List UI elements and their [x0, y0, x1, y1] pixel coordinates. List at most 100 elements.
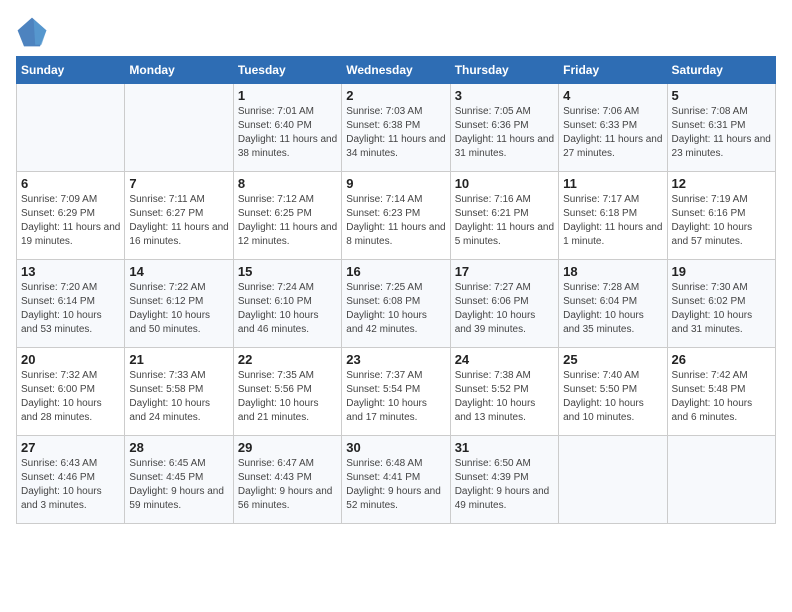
day-info: Sunrise: 7:09 AMSunset: 6:29 PMDaylight:… — [21, 193, 120, 249]
calendar-cell: 20 Sunrise: 7:32 AMSunset: 6:00 PMDayligh… — [17, 348, 125, 436]
day-number: 23 — [346, 352, 445, 367]
calendar-week-5: 27 Sunrise: 6:43 AMSunset: 4:46 PMDayligh… — [17, 436, 776, 524]
page-header — [16, 16, 776, 48]
calendar-cell: 22Sunrise: 7:35 AMSunset: 5:56 PMDayligh… — [233, 348, 341, 436]
calendar-cell: 21Sunrise: 7:33 AMSunset: 5:58 PMDayligh… — [125, 348, 233, 436]
day-number: 3 — [455, 88, 554, 103]
calendar-cell: 11 Sunrise: 7:17 AMSunset: 6:18 PMDayligh… — [559, 172, 667, 260]
calendar-cell: 16 Sunrise: 7:25 AMSunset: 6:08 PMDayligh… — [342, 260, 450, 348]
day-info: Sunrise: 6:47 AMSunset: 4:43 PMDaylight:… — [238, 457, 337, 513]
day-number: 25 — [563, 352, 662, 367]
day-info: Sunrise: 7:17 AMSunset: 6:18 PMDaylight:… — [563, 193, 662, 249]
day-info: Sunrise: 7:03 AMSunset: 6:38 PMDaylight:… — [346, 105, 445, 161]
calendar-cell: 3 Sunrise: 7:05 AMSunset: 6:36 PMDaylight… — [450, 84, 558, 172]
calendar-cell — [17, 84, 125, 172]
day-number: 31 — [455, 440, 554, 455]
day-number: 6 — [21, 176, 120, 191]
calendar-cell: 30 Sunrise: 6:48 AMSunset: 4:41 PMDayligh… — [342, 436, 450, 524]
calendar-cell: 9 Sunrise: 7:14 AMSunset: 6:23 PMDaylight… — [342, 172, 450, 260]
calendar-week-1: 1 Sunrise: 7:01 AMSunset: 6:40 PMDaylight… — [17, 84, 776, 172]
calendar-week-3: 13 Sunrise: 7:20 AMSunset: 6:14 PMDayligh… — [17, 260, 776, 348]
calendar-cell: 26Sunrise: 7:42 AMSunset: 5:48 PMDayligh… — [667, 348, 775, 436]
calendar-cell: 23Sunrise: 7:37 AMSunset: 5:54 PMDayligh… — [342, 348, 450, 436]
logo-icon — [16, 16, 48, 48]
day-info: Sunrise: 7:33 AMSunset: 5:58 PMDaylight:… — [129, 369, 228, 425]
day-info: Sunrise: 7:32 AMSunset: 6:00 PMDaylight:… — [21, 369, 120, 425]
day-info: Sunrise: 6:45 AMSunset: 4:45 PMDaylight:… — [129, 457, 228, 513]
calendar-week-2: 6 Sunrise: 7:09 AMSunset: 6:29 PMDaylight… — [17, 172, 776, 260]
day-number: 13 — [21, 264, 120, 279]
calendar-header-row: SundayMondayTuesdayWednesdayThursdayFrid… — [17, 57, 776, 84]
calendar-cell: 25 Sunrise: 7:40 AMSunset: 5:50 PMDayligh… — [559, 348, 667, 436]
calendar-table: SundayMondayTuesdayWednesdayThursdayFrid… — [16, 56, 776, 524]
calendar-cell: 18 Sunrise: 7:28 AMSunset: 6:04 PMDayligh… — [559, 260, 667, 348]
calendar-cell: 1 Sunrise: 7:01 AMSunset: 6:40 PMDaylight… — [233, 84, 341, 172]
calendar-week-4: 20 Sunrise: 7:32 AMSunset: 6:00 PMDayligh… — [17, 348, 776, 436]
day-info: Sunrise: 7:28 AMSunset: 6:04 PMDaylight:… — [563, 281, 662, 337]
day-info: Sunrise: 6:43 AMSunset: 4:46 PMDaylight:… — [21, 457, 120, 513]
day-info: Sunrise: 7:11 AMSunset: 6:27 PMDaylight:… — [129, 193, 228, 249]
day-number: 1 — [238, 88, 337, 103]
day-info: Sunrise: 7:20 AMSunset: 6:14 PMDaylight:… — [21, 281, 120, 337]
day-number: 4 — [563, 88, 662, 103]
day-number: 16 — [346, 264, 445, 279]
day-info: Sunrise: 7:06 AMSunset: 6:33 PMDaylight:… — [563, 105, 662, 161]
day-number: 22 — [238, 352, 337, 367]
day-info: Sunrise: 7:40 AMSunset: 5:50 PMDaylight:… — [563, 369, 662, 425]
column-header-wednesday: Wednesday — [342, 57, 450, 84]
day-number: 15 — [238, 264, 337, 279]
day-info: Sunrise: 7:01 AMSunset: 6:40 PMDaylight:… — [238, 105, 337, 161]
day-info: Sunrise: 7:05 AMSunset: 6:36 PMDaylight:… — [455, 105, 554, 161]
logo — [16, 16, 52, 48]
column-header-saturday: Saturday — [667, 57, 775, 84]
day-number: 28 — [129, 440, 228, 455]
day-info: Sunrise: 7:08 AMSunset: 6:31 PMDaylight:… — [672, 105, 771, 161]
calendar-cell: 31 Sunrise: 6:50 AMSunset: 4:39 PMDayligh… — [450, 436, 558, 524]
day-info: Sunrise: 7:22 AMSunset: 6:12 PMDaylight:… — [129, 281, 228, 337]
calendar-cell: 13 Sunrise: 7:20 AMSunset: 6:14 PMDayligh… — [17, 260, 125, 348]
calendar-cell: 12Sunrise: 7:19 AMSunset: 6:16 PMDayligh… — [667, 172, 775, 260]
calendar-cell: 8 Sunrise: 7:12 AMSunset: 6:25 PMDaylight… — [233, 172, 341, 260]
day-info: Sunrise: 6:48 AMSunset: 4:41 PMDaylight:… — [346, 457, 445, 513]
day-info: Sunrise: 7:16 AMSunset: 6:21 PMDaylight:… — [455, 193, 554, 249]
column-header-friday: Friday — [559, 57, 667, 84]
day-number: 27 — [21, 440, 120, 455]
column-header-sunday: Sunday — [17, 57, 125, 84]
day-number: 2 — [346, 88, 445, 103]
column-header-thursday: Thursday — [450, 57, 558, 84]
day-info: Sunrise: 7:27 AMSunset: 6:06 PMDaylight:… — [455, 281, 554, 337]
day-number: 20 — [21, 352, 120, 367]
day-info: Sunrise: 7:24 AMSunset: 6:10 PMDaylight:… — [238, 281, 337, 337]
day-number: 17 — [455, 264, 554, 279]
day-info: Sunrise: 7:12 AMSunset: 6:25 PMDaylight:… — [238, 193, 337, 249]
calendar-cell: 10Sunrise: 7:16 AMSunset: 6:21 PMDayligh… — [450, 172, 558, 260]
calendar-cell: 5 Sunrise: 7:08 AMSunset: 6:31 PMDaylight… — [667, 84, 775, 172]
calendar-cell: 17 Sunrise: 7:27 AMSunset: 6:06 PMDayligh… — [450, 260, 558, 348]
day-info: Sunrise: 7:14 AMSunset: 6:23 PMDaylight:… — [346, 193, 445, 249]
calendar-cell — [125, 84, 233, 172]
day-info: Sunrise: 7:25 AMSunset: 6:08 PMDaylight:… — [346, 281, 445, 337]
day-number: 29 — [238, 440, 337, 455]
calendar-cell — [559, 436, 667, 524]
day-number: 5 — [672, 88, 771, 103]
day-number: 24 — [455, 352, 554, 367]
calendar-cell: 2 Sunrise: 7:03 AMSunset: 6:38 PMDaylight… — [342, 84, 450, 172]
calendar-cell: 4 Sunrise: 7:06 AMSunset: 6:33 PMDaylight… — [559, 84, 667, 172]
calendar-cell: 27 Sunrise: 6:43 AMSunset: 4:46 PMDayligh… — [17, 436, 125, 524]
calendar-cell: 29 Sunrise: 6:47 AMSunset: 4:43 PMDayligh… — [233, 436, 341, 524]
calendar-cell: 6 Sunrise: 7:09 AMSunset: 6:29 PMDaylight… — [17, 172, 125, 260]
day-number: 11 — [563, 176, 662, 191]
day-info: Sunrise: 6:50 AMSunset: 4:39 PMDaylight:… — [455, 457, 554, 513]
calendar-cell: 15 Sunrise: 7:24 AMSunset: 6:10 PMDayligh… — [233, 260, 341, 348]
day-number: 9 — [346, 176, 445, 191]
day-number: 8 — [238, 176, 337, 191]
day-number: 14 — [129, 264, 228, 279]
day-number: 7 — [129, 176, 228, 191]
day-info: Sunrise: 7:19 AMSunset: 6:16 PMDaylight:… — [672, 193, 771, 249]
day-info: Sunrise: 7:30 AMSunset: 6:02 PMDaylight:… — [672, 281, 771, 337]
calendar-cell: 14 Sunrise: 7:22 AMSunset: 6:12 PMDayligh… — [125, 260, 233, 348]
column-header-monday: Monday — [125, 57, 233, 84]
day-number: 30 — [346, 440, 445, 455]
day-number: 18 — [563, 264, 662, 279]
day-number: 26 — [672, 352, 771, 367]
